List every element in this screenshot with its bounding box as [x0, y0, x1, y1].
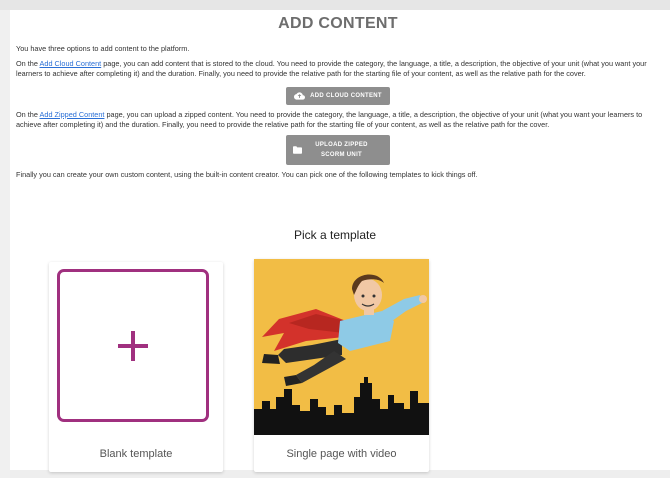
- superhero-thumbnail: [254, 259, 429, 435]
- cloud-description: On the Add Cloud Content page, you can a…: [16, 59, 660, 79]
- blank-template-card[interactable]: Blank template: [49, 262, 223, 472]
- cloud-pre-text: On the: [16, 59, 40, 68]
- upload-zipped-label: UPLOAD ZIPPED SCORM UNIT: [307, 140, 384, 160]
- blank-template-label: Blank template: [99, 448, 173, 460]
- pick-template-heading: Pick a template: [293, 228, 377, 242]
- add-zipped-content-link[interactable]: Add Zipped Content: [40, 110, 105, 119]
- custom-content-text: Finally you can create your own custom c…: [16, 170, 478, 179]
- upload-zipped-label-line1: UPLOAD ZIPPED: [315, 142, 368, 148]
- add-cloud-content-link[interactable]: Add Cloud Content: [40, 59, 102, 68]
- upload-zipped-scorm-button[interactable]: UPLOAD ZIPPED SCORM UNIT: [286, 135, 390, 165]
- add-cloud-content-button[interactable]: ADD CLOUD CONTENT: [286, 87, 390, 105]
- main-content: ADD CONTENT You have three options to ad…: [16, 14, 660, 180]
- cloud-upload-icon: [294, 92, 306, 100]
- zipped-pre-text: On the: [16, 110, 40, 119]
- zipped-post-text: page, you can upload a zipped content. Y…: [16, 110, 643, 129]
- single-page-video-label: Single page with video: [286, 448, 397, 460]
- cloud-post-text: page, you can add content that is stored…: [16, 59, 647, 78]
- blank-template-frame: [57, 269, 209, 422]
- left-edge: [0, 10, 10, 478]
- top-bar: [0, 0, 670, 10]
- folder-icon: [293, 146, 302, 154]
- page-title: ADD CONTENT: [278, 15, 398, 32]
- plus-icon: [118, 330, 148, 361]
- zipped-description: On the Add Zipped Content page, you can …: [16, 110, 660, 130]
- intro-text: You have three options to add content to…: [16, 44, 190, 53]
- single-page-video-card[interactable]: Single page with video: [254, 259, 429, 472]
- upload-zipped-label-line2: SCORM UNIT: [321, 152, 362, 158]
- add-cloud-content-label: ADD CLOUD CONTENT: [310, 93, 382, 99]
